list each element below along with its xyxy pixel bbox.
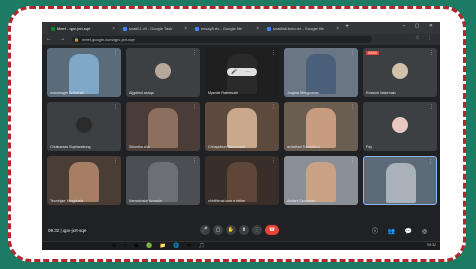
more-options-icon[interactable]: ⋮ xyxy=(429,50,434,56)
participant-video xyxy=(306,54,336,94)
participant-name: Teuninjae Yangduela xyxy=(50,199,84,203)
participant-name: manueagrh Ambarsih xyxy=(50,91,85,95)
participant-name: Fay xyxy=(366,145,372,149)
more-options-icon[interactable]: ⋮ xyxy=(192,158,197,164)
participant-video xyxy=(69,54,99,94)
participant-video xyxy=(306,162,336,202)
meet-video-grid: ⋮ manueagrh Ambarsih ⋮ Aljgdhsd asaqa 🎤 ⋯ ⊖ ⋮… xyxy=(42,45,440,250)
participant-tile[interactable]: 03/04 ⋮ Rossndi Naiorman xyxy=(363,48,437,97)
doc-favicon-icon xyxy=(195,27,199,31)
more-options-icon[interactable]: ⋮ xyxy=(350,50,355,56)
close-tab-icon[interactable]: × xyxy=(256,24,259,34)
tab-label: Meet - qpv-jxrt-sqe xyxy=(57,26,91,31)
laptop-screen: Meet - qpv-jxrt-sqe × soal8,1.rtf - Goog… xyxy=(42,22,440,250)
participant-name: Aljgdhsd asaqa xyxy=(129,91,154,95)
participant-tile[interactable]: ⋮ achathari Tonnmbrui xyxy=(284,102,358,151)
tab-label: essay8.rtx - Google file xyxy=(201,26,242,31)
doc-favicon-icon xyxy=(267,27,271,31)
browser-tab-strip: Meet - qpv-jxrt-sqe × soal8,1.rtf - Goog… xyxy=(42,22,440,34)
participant-tile[interactable]: ⋮ Andarit Samartah xyxy=(284,156,358,205)
participant-tile[interactable]: ⋮ Aljgdhsd asaqa xyxy=(126,48,200,97)
tab-label: soal8all-butu.rtx - Google file xyxy=(273,26,324,31)
participant-tile[interactable]: ⋮ Teuninjae Yangduela xyxy=(47,156,121,205)
close-tab-icon[interactable]: × xyxy=(184,24,187,34)
more-options-icon[interactable]: ⋮ xyxy=(429,104,434,110)
avatar xyxy=(392,116,408,133)
new-tab-button[interactable]: + xyxy=(345,23,349,30)
participant-name: achathari Tonnmbrui xyxy=(287,145,320,149)
participant-name: chhithirnal cum n nhhm xyxy=(208,199,246,203)
window-controls[interactable]: – ▢ ✕ xyxy=(403,23,437,29)
participant-name: Rossndi Naiorman xyxy=(366,91,396,95)
avatar xyxy=(76,116,92,133)
avatar xyxy=(392,62,408,79)
lock-icon: 🔒 xyxy=(74,37,79,42)
url-text: meet.google.com/qpv-jxrt-sqe xyxy=(82,37,135,42)
windows-taskbar: ⊞ ○ ▣ 🟢 📁 🌐 ✉ 🎵 09:32 xyxy=(42,241,440,250)
participant-name: Jorghar Mengsanas xyxy=(287,91,319,95)
participant-name: Mysmie Ratnmcah xyxy=(208,91,238,95)
participant-name: Chhapdhun Ramichadi xyxy=(208,145,245,149)
more-options-icon[interactable]: ⋮ xyxy=(192,50,197,56)
participant-video xyxy=(227,162,257,202)
url-field[interactable]: 🔒 meet.google.com/qpv-jxrt-sqe xyxy=(72,36,372,43)
more-options-icon[interactable]: ⋮ xyxy=(113,104,118,110)
more-options-icon[interactable]: ⋮ xyxy=(271,158,276,164)
browser-menu-icons[interactable]: ☆ ⋮ xyxy=(415,35,435,41)
participant-tile[interactable]: ⋮ Jorghar Mengsanas xyxy=(284,48,358,97)
participant-video xyxy=(69,162,99,202)
participant-tile[interactable]: ⋮ Chhapdhun Ramichadi xyxy=(205,102,279,151)
tab-essay[interactable]: essay8.rtx - Google file × xyxy=(192,24,262,34)
more-options-icon[interactable]: ⋮ xyxy=(271,104,276,110)
participant-video xyxy=(386,163,416,203)
participant-name: Chulkaraas Supharakong xyxy=(50,145,91,149)
more-options-icon[interactable]: ⋮ xyxy=(350,158,355,164)
participant-tile[interactable]: 🎤 ⋯ ⊖ ⋮ Mysmie Ratnmcah xyxy=(205,48,279,97)
tab-soal[interactable]: soal8,1.rtf - Google Task × xyxy=(120,24,190,34)
participant-tile[interactable]: ⋮ Sibonika cha xyxy=(126,102,200,151)
avatar xyxy=(155,62,171,79)
close-tab-icon[interactable]: × xyxy=(336,24,339,34)
more-options-icon[interactable]: ⋮ xyxy=(271,50,276,56)
participant-name: Namachakri Anosuin xyxy=(129,199,162,203)
participant-video xyxy=(306,108,336,148)
address-bar-row: ← → ⟳ 🔒 meet.google.com/qpv-jxrt-sqe ☆ ⋮ xyxy=(42,34,440,45)
participant-video xyxy=(148,108,178,148)
doc-favicon-icon xyxy=(123,27,127,31)
taskbar-clock: 09:32 xyxy=(427,243,436,247)
participant-tile[interactable]: ⋮ xyxy=(363,156,437,205)
more-options-icon[interactable]: ⋮ xyxy=(113,158,118,164)
tab-label: soal8,1.rtf - Google Task xyxy=(129,26,173,31)
participant-tile[interactable]: ⋮ Fay xyxy=(363,102,437,151)
meet-favicon-icon xyxy=(51,27,55,31)
tab-meet[interactable]: Meet - qpv-jxrt-sqe × xyxy=(48,24,118,34)
hover-controls-pill[interactable]: 🎤 ⋯ ⊖ xyxy=(227,68,257,83)
close-tab-icon[interactable]: × xyxy=(112,24,115,34)
more-options-icon[interactable]: ⋮ xyxy=(350,104,355,110)
taskbar-app-icons[interactable]: ⊞ ○ ▣ 🟢 📁 🌐 ✉ 🎵 xyxy=(112,243,208,249)
tab-soal-all[interactable]: soal8all-butu.rtx - Google file × xyxy=(264,24,342,34)
participant-tile[interactable]: ⋮ manueagrh Ambarsih xyxy=(47,48,121,97)
participant-video xyxy=(148,162,178,202)
participant-tile[interactable]: ⋮ Chulkaraas Supharakong xyxy=(47,102,121,151)
more-options-icon[interactable]: ⋮ xyxy=(113,50,118,56)
recording-badge: 03/04 xyxy=(366,51,379,55)
participant-tile[interactable]: ⋮ Namachakri Anosuin xyxy=(126,156,200,205)
participant-tile[interactable]: ⋮ chhithirnal cum n nhhm xyxy=(205,156,279,205)
more-options-icon[interactable]: ⋮ xyxy=(428,159,433,165)
more-options-icon[interactable]: ⋮ xyxy=(192,104,197,110)
participant-name: Andarit Samartah xyxy=(287,199,315,203)
participant-name: Sibonika cha xyxy=(129,145,150,149)
participant-video xyxy=(227,108,257,148)
